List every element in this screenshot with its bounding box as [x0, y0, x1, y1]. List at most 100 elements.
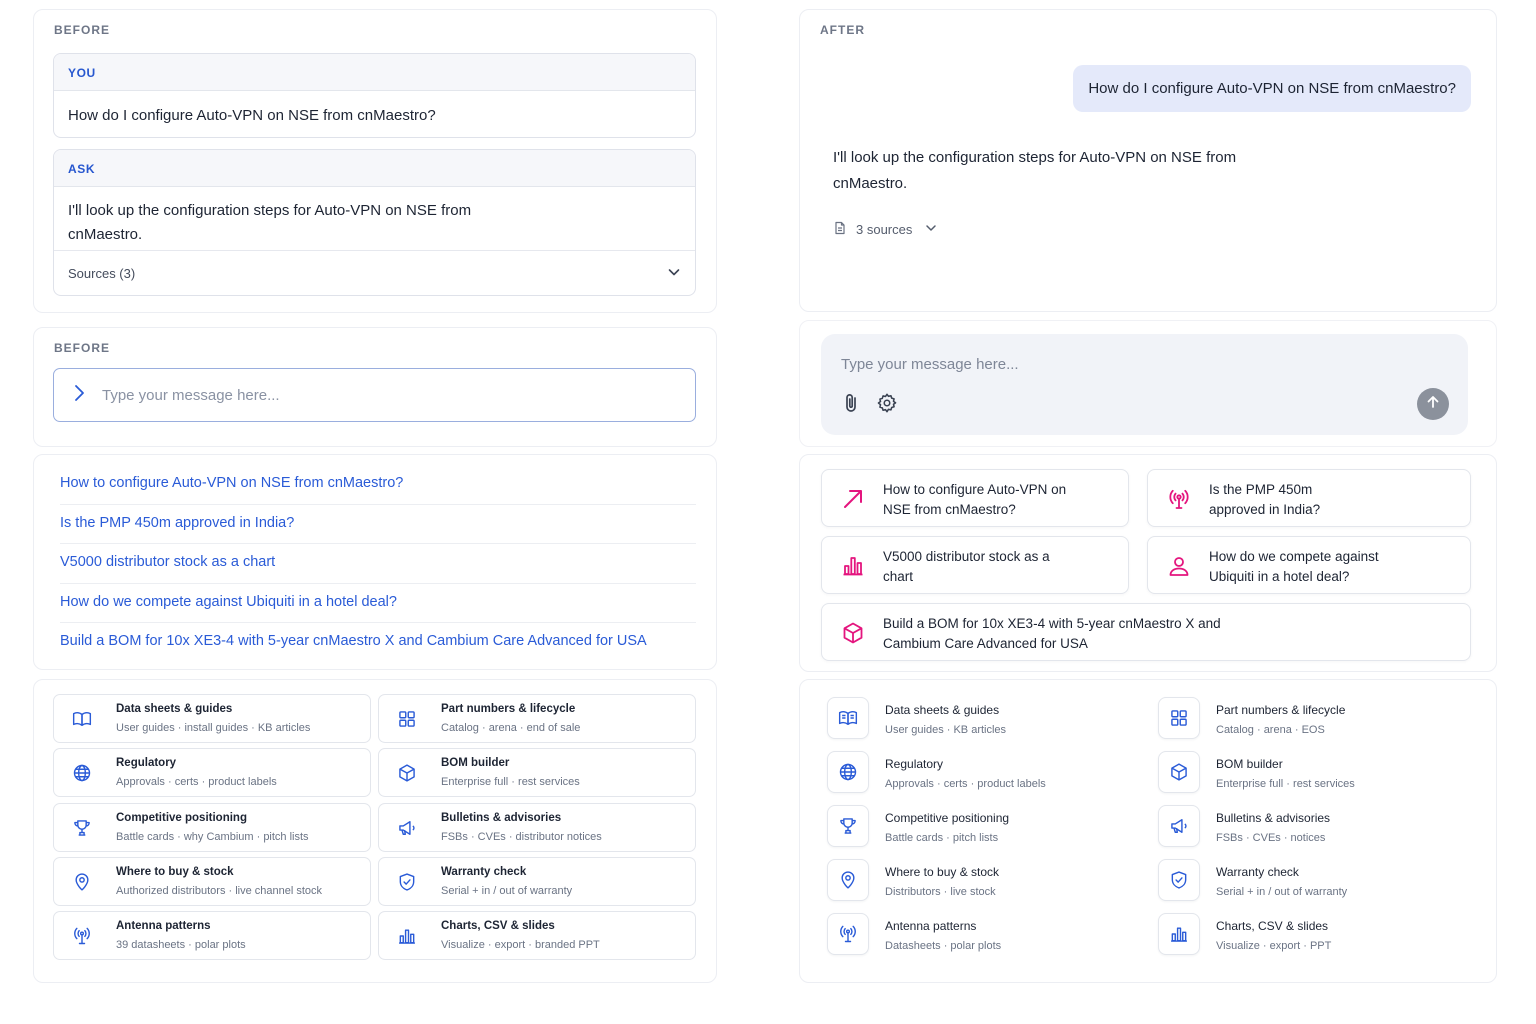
category-regulatory[interactable]: Regulatory Approvals · certs · product l…	[827, 751, 1127, 797]
panel-label: BEFORE	[54, 341, 111, 355]
shield-check-icon	[391, 866, 423, 898]
book-icon	[66, 703, 98, 735]
category-antenna-patterns[interactable]: Antenna patterns Datasheets · polar plot…	[827, 913, 1127, 959]
chevron-down-icon	[667, 265, 681, 282]
category-competitive[interactable]: Competitive positioning Battle cards · w…	[53, 803, 371, 852]
category-subtitle: Catalog · arena · EOS	[1216, 724, 1325, 736]
category-title: Bulletins & advisories	[1216, 811, 1331, 825]
category-warranty[interactable]: Warranty check Serial + in / out of warr…	[378, 857, 696, 906]
category-bom-builder[interactable]: BOM builder Enterprise full · rest servi…	[1158, 751, 1458, 797]
suggestion-text: Build a BOM for 10x XE3-4 with 5-year cn…	[883, 616, 1221, 651]
suggestion-link[interactable]: How to configure Auto-VPN on NSE from cn…	[60, 465, 696, 505]
suggestion-card[interactable]: Is the PMP 450m approved in India?	[1147, 469, 1471, 527]
after-suggestions-panel: How to configure Auto-VPN on NSE from cn…	[799, 454, 1497, 672]
category-data-sheets[interactable]: Data sheets & guides User guides · insta…	[53, 694, 371, 743]
globe-icon	[827, 751, 869, 793]
category-title: Competitive positioning	[116, 812, 247, 824]
trophy-icon	[827, 805, 869, 847]
category-subtitle: Approvals · certs · product labels	[885, 778, 1046, 790]
category-subtitle: 39 datasheets · polar plots	[116, 939, 246, 951]
you-message-card: YOU How do I configure Auto-VPN on NSE f…	[53, 53, 696, 138]
message-input[interactable]	[102, 386, 677, 404]
cube-icon	[841, 621, 865, 645]
category-where-to-buy[interactable]: Where to buy & stock Distributors · live…	[827, 859, 1127, 905]
panel-label: AFTER	[820, 23, 865, 37]
arrow-up-icon	[1425, 394, 1441, 415]
before-input-panel: BEFORE	[33, 327, 717, 447]
suggestion-link[interactable]: Build a BOM for 10x XE3-4 with 5-year cn…	[60, 623, 696, 663]
message-input-box[interactable]	[53, 368, 696, 422]
grid-icon	[391, 703, 423, 735]
category-antenna-patterns[interactable]: Antenna patterns 39 datasheets · polar p…	[53, 911, 371, 960]
category-warranty[interactable]: Warranty check Serial + in / out of warr…	[1158, 859, 1458, 905]
category-part-numbers[interactable]: Part numbers & lifecycle Catalog · arena…	[1158, 697, 1458, 743]
gear-icon[interactable]	[876, 392, 898, 414]
suggestion-link[interactable]: How do we compete against Ubiquiti in a …	[60, 584, 696, 623]
category-where-to-buy[interactable]: Where to buy & stock Authorized distribu…	[53, 857, 371, 906]
sources-toggle[interactable]: 3 sources	[833, 221, 938, 238]
category-subtitle: Datasheets · polar plots	[885, 940, 1002, 952]
category-subtitle: Serial + in / out of warranty	[441, 885, 573, 897]
suggestion-text: Is the PMP 450m approved in India?	[1209, 482, 1321, 517]
antenna-icon	[66, 920, 98, 952]
suggestion-link[interactable]: V5000 distributor stock as a chart	[60, 544, 696, 584]
paperclip-icon[interactable]	[841, 392, 863, 414]
message-input[interactable]	[841, 353, 1341, 375]
bar-chart-icon	[391, 920, 423, 952]
category-regulatory[interactable]: Regulatory Approvals · certs · product l…	[53, 748, 371, 797]
send-button[interactable]	[1417, 388, 1449, 420]
you-message-text: How do I configure Auto-VPN on NSE from …	[68, 107, 436, 124]
suggestion-link[interactable]: Is the PMP 450m approved in India?	[60, 505, 696, 544]
chevron-down-icon	[924, 221, 938, 238]
category-charts[interactable]: Charts, CSV & slides Visualize · export …	[378, 911, 696, 960]
book-icon	[827, 697, 869, 739]
cube-icon	[1158, 751, 1200, 793]
document-icon	[833, 221, 847, 238]
category-title: Where to buy & stock	[116, 866, 234, 878]
category-subtitle: Distributors · live stock	[885, 886, 996, 898]
category-bulletins[interactable]: Bulletins & advisories FSBs · CVEs · dis…	[378, 803, 696, 852]
after-categories-panel: Data sheets & guides User guides · KB ar…	[799, 679, 1497, 983]
category-subtitle: User guides · KB articles	[885, 724, 1007, 736]
grid-icon	[1158, 697, 1200, 739]
location-pin-icon	[66, 866, 98, 898]
category-title: Data sheets & guides	[116, 703, 233, 715]
category-bom-builder[interactable]: BOM builder Enterprise full · rest servi…	[378, 748, 696, 797]
category-subtitle: Visualize · export · branded PPT	[441, 939, 600, 951]
suggestion-card[interactable]: V5000 distributor stock as a chart	[821, 536, 1129, 594]
category-title: Bulletins & advisories	[441, 812, 562, 824]
category-subtitle: Enterprise full · rest services	[1216, 778, 1355, 790]
ask-message-card: ASK I'll look up the configuration steps…	[53, 149, 696, 296]
suggestion-card[interactable]: How to configure Auto-VPN on NSE from cn…	[821, 469, 1129, 527]
category-subtitle: Catalog · arena · end of sale	[441, 722, 581, 734]
category-title: Antenna patterns	[885, 919, 977, 933]
category-subtitle: FSBs · CVEs · distributor notices	[441, 831, 602, 843]
user-message-bubble: How do I configure Auto-VPN on NSE from …	[1073, 65, 1471, 112]
suggestion-card[interactable]: Build a BOM for 10x XE3-4 with 5-year cn…	[821, 603, 1471, 661]
suggestion-card[interactable]: How do we compete against Ubiquiti in a …	[1147, 536, 1471, 594]
bar-chart-icon	[1158, 913, 1200, 955]
category-subtitle: Serial + in / out of warranty	[1216, 886, 1348, 898]
suggestion-list: How to configure Auto-VPN on NSE from cn…	[60, 465, 696, 663]
category-subtitle: Battle cards · pitch lists	[885, 832, 999, 844]
cube-icon	[391, 757, 423, 789]
before-suggestions-panel: How to configure Auto-VPN on NSE from cn…	[33, 454, 717, 670]
category-title: BOM builder	[1216, 757, 1283, 771]
category-title: Antenna patterns	[116, 920, 211, 932]
before-categories-panel: Data sheets & guides User guides · insta…	[33, 679, 717, 983]
location-pin-icon	[827, 859, 869, 901]
category-competitive[interactable]: Competitive positioning Battle cards · p…	[827, 805, 1127, 851]
category-data-sheets[interactable]: Data sheets & guides User guides · KB ar…	[827, 697, 1127, 743]
sources-label: 3 sources	[856, 222, 913, 237]
message-input-box[interactable]	[821, 334, 1468, 435]
category-title: Part numbers & lifecycle	[441, 703, 576, 715]
category-title: Warranty check	[441, 866, 527, 878]
before-conversation-panel: BEFORE YOU How do I configure Auto-VPN o…	[33, 9, 717, 313]
you-label: YOU	[54, 54, 695, 91]
globe-icon	[66, 757, 98, 789]
sources-toggle[interactable]: Sources (3)	[54, 250, 695, 295]
category-part-numbers[interactable]: Part numbers & lifecycle Catalog · arena…	[378, 694, 696, 743]
category-charts[interactable]: Charts, CSV & slides Visualize · export …	[1158, 913, 1458, 959]
category-bulletins[interactable]: Bulletins & advisories FSBs · CVEs · not…	[1158, 805, 1458, 851]
category-title: Charts, CSV & slides	[441, 920, 555, 932]
